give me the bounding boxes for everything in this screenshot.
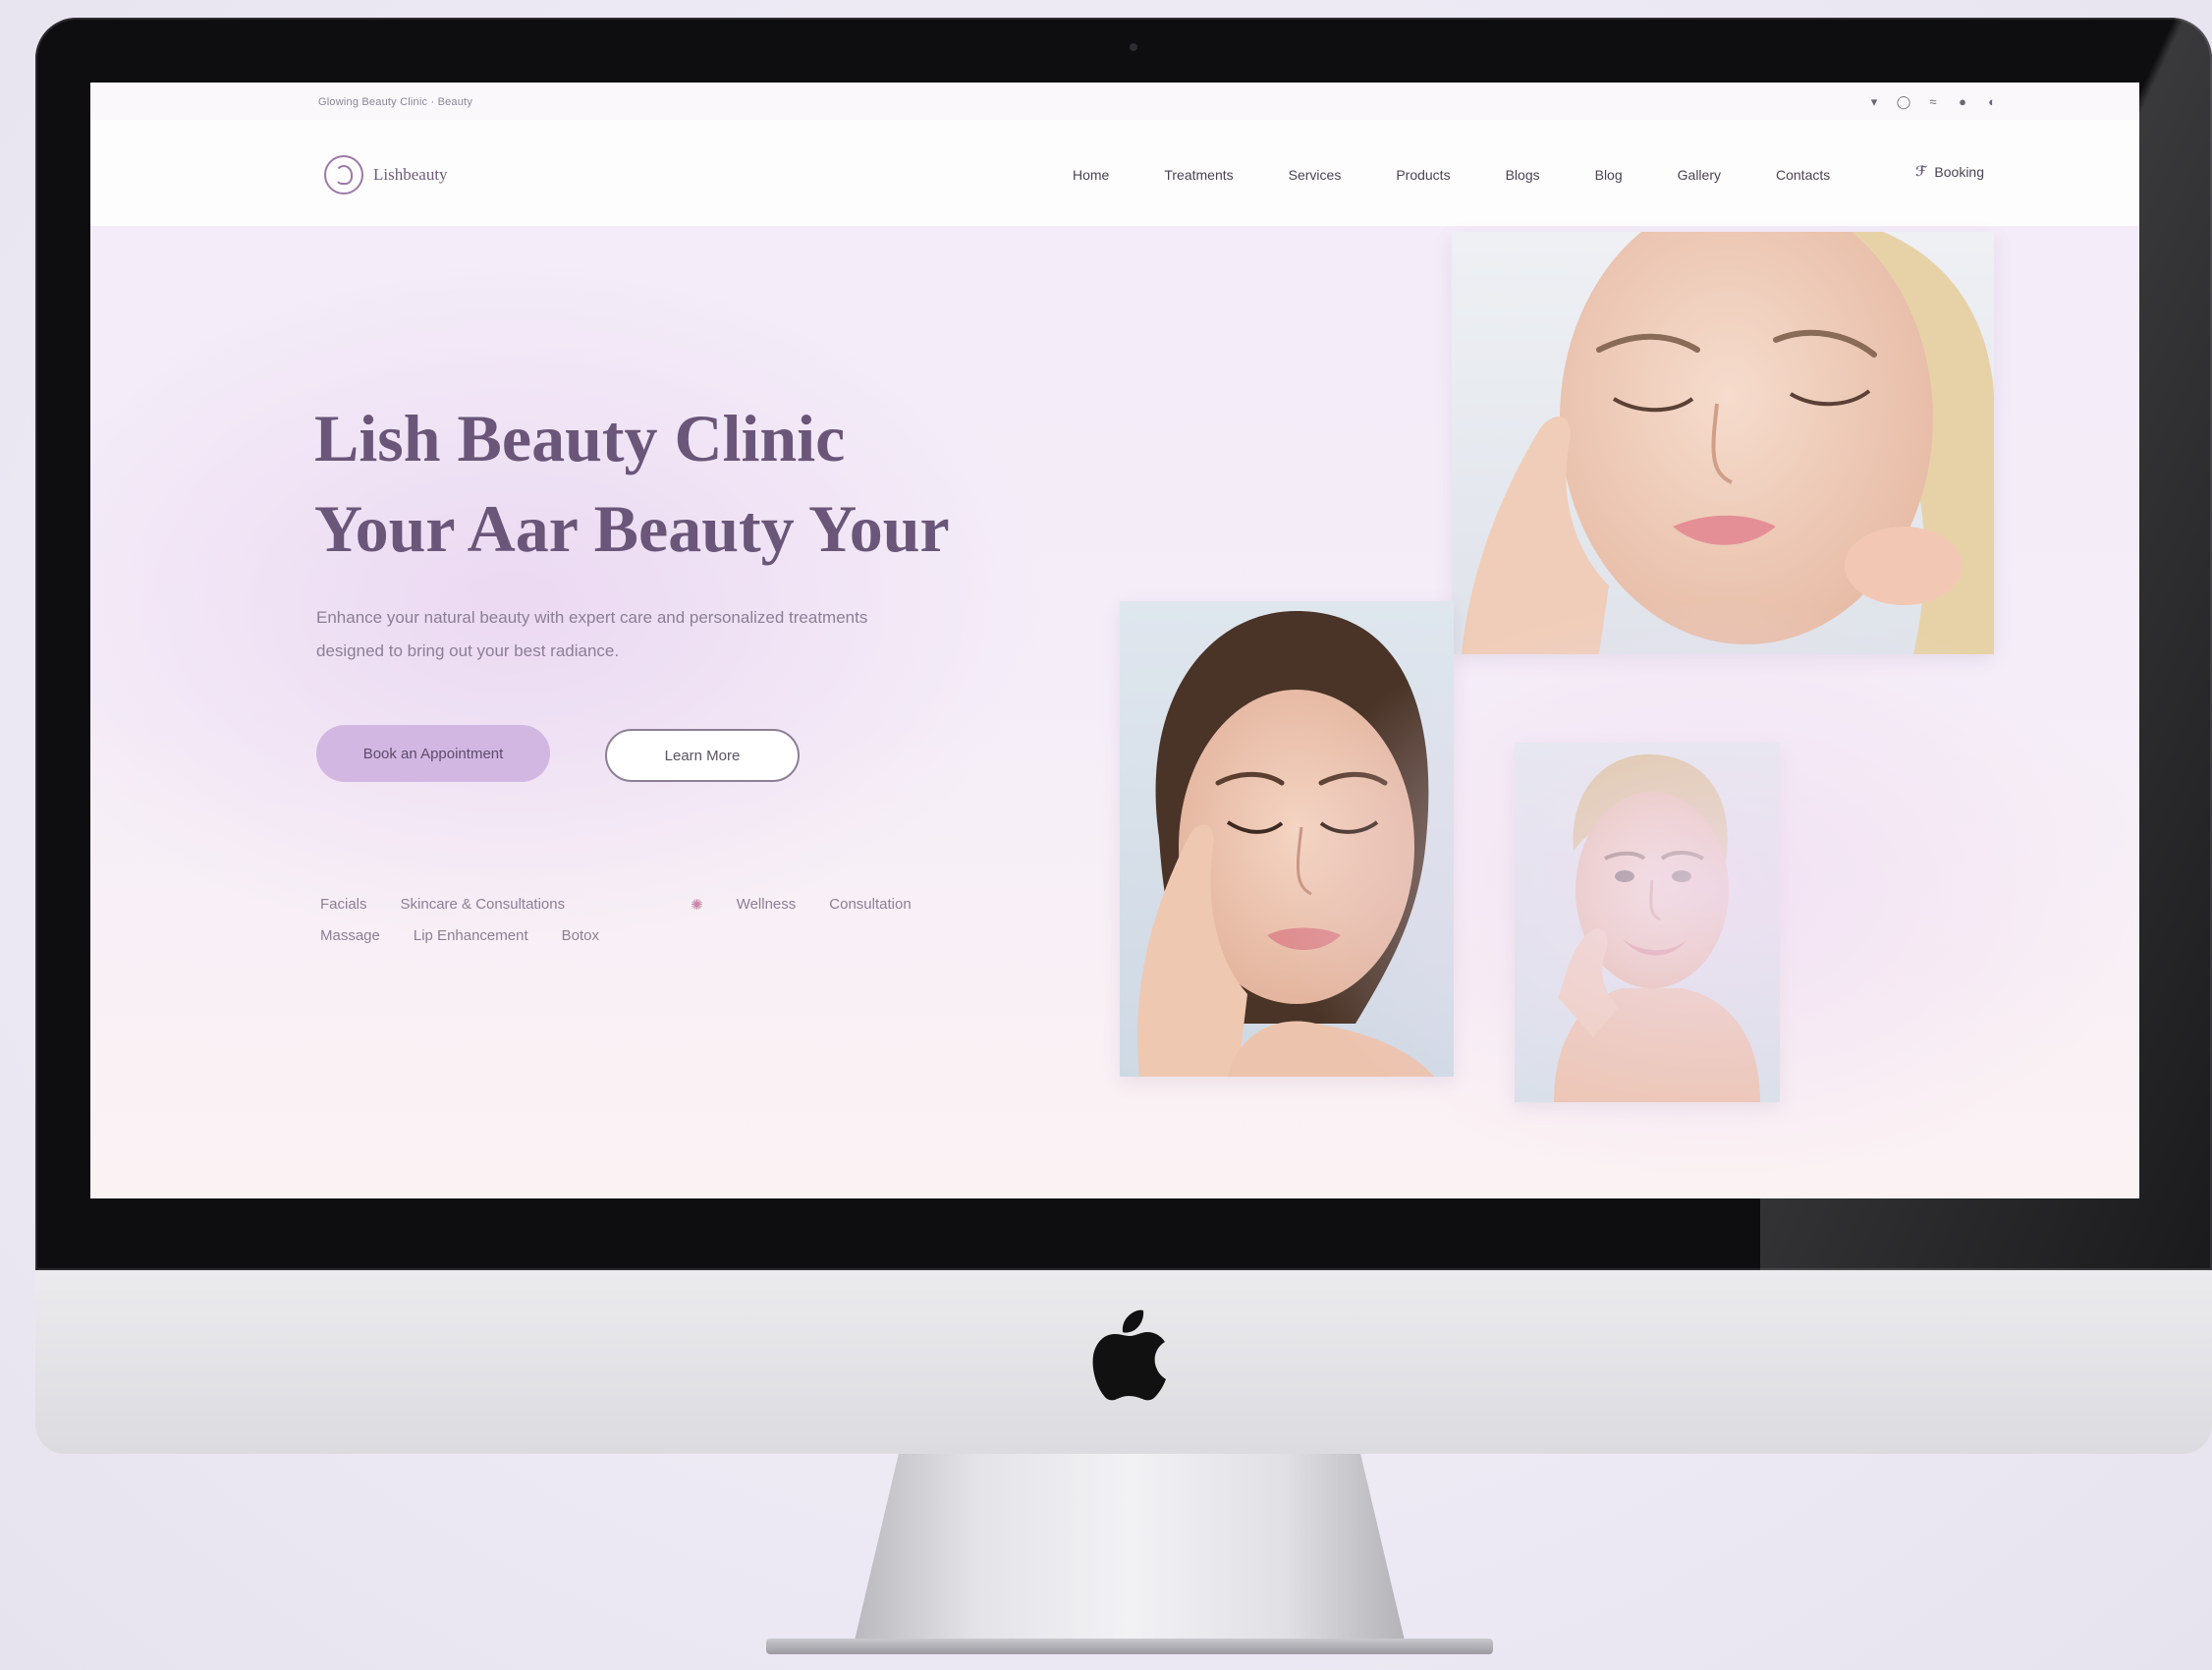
nav-item-products[interactable]: Products — [1396, 167, 1450, 183]
hero-subtext: Enhance your natural beauty with expert … — [316, 601, 984, 668]
utility-bar: Glowing Beauty Clinic · Beauty ▾ ◯ ≈ ● ◐ — [90, 83, 2139, 120]
hero-photo-middle — [1120, 601, 1454, 1077]
site-logo[interactable]: Lishbeauty — [324, 155, 448, 195]
monitor-stand — [855, 1454, 1405, 1641]
booking-label: Booking — [1934, 163, 1984, 180]
hero-subtext-line1: Enhance your natural beauty with expert … — [316, 608, 868, 627]
imac-monitor: Glowing Beauty Clinic · Beauty ▾ ◯ ≈ ● ◐… — [0, 0, 2212, 1670]
hero-headline: Lish Beauty Clinic Your Aar Beauty Your — [314, 393, 950, 574]
primary-nav: Home Treatments Services Products Blogs … — [1073, 167, 1885, 183]
nav-item-blog[interactable]: Blog — [1595, 167, 1623, 183]
feature-row: Massage Lip Enhancement Botox — [320, 927, 912, 944]
main-navbar: Lishbeauty Home Treatments Services Prod… — [90, 120, 2139, 226]
twitter-icon[interactable]: ≈ — [1925, 94, 1941, 110]
logo-text: Lishbeauty — [373, 165, 448, 184]
camera-dot — [1130, 43, 1137, 51]
feature-item[interactable]: Botox — [562, 927, 599, 944]
social-links: ▾ ◯ ≈ ● ◐ — [1866, 94, 2000, 110]
location-icon[interactable]: ▾ — [1866, 94, 1882, 110]
website-screen: Glowing Beauty Clinic · Beauty ▾ ◯ ≈ ● ◐… — [90, 83, 2139, 1198]
logo-mark-icon — [324, 155, 363, 195]
feature-item[interactable]: Skincare & Consultations — [401, 896, 566, 914]
feature-item[interactable]: Wellness — [737, 896, 797, 914]
hero-photo-large — [1452, 232, 1994, 654]
nav-item-blogs[interactable]: Blogs — [1506, 167, 1540, 183]
nav-item-treatments[interactable]: Treatments — [1164, 167, 1233, 183]
nav-item-services[interactable]: Services — [1289, 167, 1342, 183]
apple-logo-icon — [1092, 1309, 1166, 1401]
feature-item[interactable]: Consultation — [829, 896, 911, 914]
utility-bar-text: Glowing Beauty Clinic · Beauty — [318, 96, 473, 108]
hero-headline-line1: Lish Beauty Clinic — [314, 401, 846, 475]
learn-more-button[interactable]: Learn More — [605, 729, 800, 782]
instagram-icon[interactable]: ◯ — [1896, 94, 1911, 110]
hero-headline-line2: Your Aar Beauty Your — [314, 491, 950, 566]
book-appointment-button[interactable]: Book an Appointment — [316, 725, 550, 782]
nav-item-gallery[interactable]: Gallery — [1678, 167, 1721, 183]
hero-photo-small — [1515, 743, 1780, 1102]
globe-icon[interactable]: ◐ — [1984, 94, 2000, 110]
sparkle-icon: ✺ — [691, 897, 703, 914]
nav-item-home[interactable]: Home — [1073, 167, 1109, 183]
feature-item[interactable]: Lip Enhancement — [414, 927, 528, 944]
booking-link[interactable]: ℱ Booking — [1915, 163, 1984, 180]
feature-list: Facials Skincare & Consultations ✺ Welln… — [320, 896, 912, 958]
feature-row: Facials Skincare & Consultations ✺ Welln… — [320, 896, 912, 914]
feature-item[interactable]: Massage — [320, 927, 380, 944]
hero-subtext-line2: designed to bring out your best radiance… — [316, 641, 620, 660]
monitor-stand-base — [766, 1639, 1493, 1654]
feature-item[interactable]: Facials — [320, 896, 367, 914]
calendar-icon: ℱ — [1915, 163, 1927, 179]
pinterest-icon[interactable]: ● — [1955, 94, 1970, 110]
nav-item-contacts[interactable]: Contacts — [1776, 167, 1830, 183]
